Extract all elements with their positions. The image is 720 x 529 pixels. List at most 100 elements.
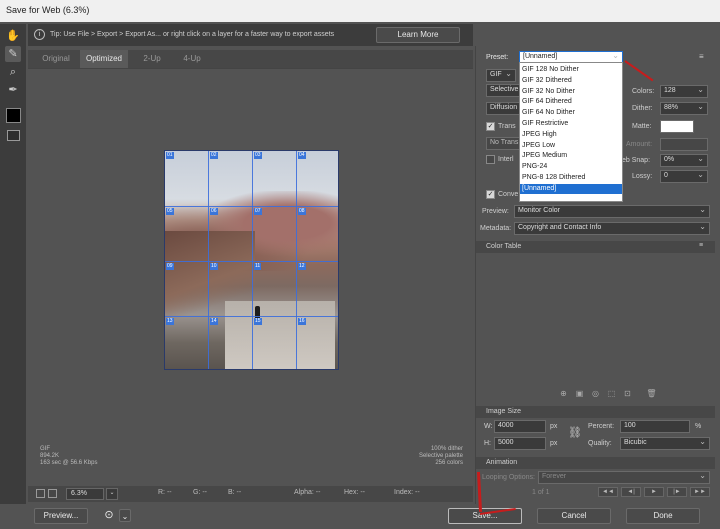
slice-label: 14: [210, 318, 218, 325]
eyedropper-color-swatch[interactable]: [6, 108, 21, 123]
first-frame-icon[interactable]: ◄◄: [598, 487, 618, 497]
tab-4up[interactable]: 4-Up: [168, 50, 216, 68]
image-size-title: Image Size: [486, 408, 522, 415]
info-dither: 100% dither: [430, 446, 463, 452]
preset-option[interactable]: JPEG Medium: [520, 151, 622, 161]
width-field[interactable]: 4000: [494, 420, 546, 433]
preset-option[interactable]: PNG-8 128 Dithered: [520, 173, 622, 183]
browser-dropdown-icon[interactable]: ⌄: [119, 509, 131, 522]
zoom-out-icon[interactable]: [36, 489, 45, 498]
toggle-slices-icon[interactable]: [7, 130, 20, 141]
web-snap-field[interactable]: 0%: [660, 154, 708, 167]
convert-srgb-label: Conve: [498, 191, 519, 198]
preview-canvas[interactable]: 01 02 03 04 05 06 07 08 09 10 11 12 13 1…: [28, 68, 473, 443]
height-unit: px: [550, 440, 558, 447]
done-button[interactable]: Done: [626, 508, 700, 524]
tab-original[interactable]: Original: [32, 50, 80, 68]
prev-frame-icon[interactable]: ◄|: [621, 487, 641, 497]
color-table-header: Color Table ≡: [476, 241, 715, 253]
preview-button[interactable]: Preview...: [34, 508, 88, 524]
looping-label: Looping Options:: [482, 474, 535, 481]
slice-select-tool-icon[interactable]: ✎: [5, 46, 21, 62]
zoom-tool-icon[interactable]: ⌕: [5, 64, 21, 80]
window-title: Save for Web (6.3%): [0, 0, 720, 22]
zoom-dropdown-icon[interactable]: ⌄: [106, 488, 118, 500]
amount-field[interactable]: [660, 138, 708, 151]
height-field[interactable]: 5000: [494, 437, 546, 450]
new-color-icon[interactable]: ⊡: [622, 389, 633, 399]
metadata-select[interactable]: Copyright and Contact Info: [514, 222, 710, 235]
web-shift-icon[interactable]: ◎: [590, 389, 601, 399]
dither-label: Dither:: [632, 105, 653, 112]
slice-line: [165, 206, 338, 207]
preset-option[interactable]: GIF Restrictive: [520, 119, 622, 129]
height-label: H:: [484, 440, 491, 447]
delete-color-icon[interactable]: 🗑: [646, 389, 657, 399]
color-table-menu-icon[interactable]: ≡: [699, 242, 703, 249]
hand-tool-icon[interactable]: ✋: [5, 28, 21, 44]
matte-color-swatch[interactable]: [660, 120, 694, 133]
format-select[interactable]: GIF: [486, 69, 516, 82]
quality-select[interactable]: Bicubic: [620, 437, 710, 450]
slice-label: 15: [254, 318, 262, 325]
preset-option[interactable]: GIF 64 Dithered: [520, 97, 622, 107]
browser-preview-icon[interactable]: ⊙: [99, 508, 119, 524]
last-frame-icon[interactable]: ►►: [690, 487, 710, 497]
link-proportions-icon[interactable]: ⛓: [568, 426, 582, 439]
view-tabs: Original Optimized 2-Up 4-Up: [28, 50, 473, 68]
next-frame-icon[interactable]: |►: [667, 487, 687, 497]
readout-r: R: --: [158, 489, 172, 496]
preview-select[interactable]: Monitor Color: [514, 205, 710, 218]
percent-field[interactable]: 100: [620, 420, 690, 433]
optimized-image-preview[interactable]: 01 02 03 04 05 06 07 08 09 10 11 12 13 1…: [164, 150, 339, 370]
info-palette: Selective palette: [418, 453, 463, 459]
tab-optimized[interactable]: Optimized: [80, 50, 128, 68]
preset-option[interactable]: [Unnamed]: [520, 183, 622, 195]
lossy-field[interactable]: 0: [660, 170, 708, 183]
looping-select[interactable]: Forever: [538, 471, 710, 484]
color-table-title: Color Table: [486, 243, 522, 250]
preset-dropdown-list: GIF 128 No Dither GIF 32 Dithered GIF 32 N…: [519, 62, 623, 202]
preset-option[interactable]: GIF 32 No Dither: [520, 87, 622, 97]
interlaced-checkbox[interactable]: [486, 155, 495, 164]
slice-label: 06: [210, 208, 218, 215]
frame-counter: 1 of 1: [532, 489, 550, 496]
quality-label: Quality:: [588, 440, 612, 447]
readout-index: Index: --: [394, 489, 420, 496]
eyedropper-add-icon[interactable]: ⬚: [606, 389, 617, 399]
info-colors: 256 colors: [435, 460, 463, 466]
lock-color-icon[interactable]: ▣: [574, 389, 585, 399]
slice-label: 09: [166, 263, 174, 270]
bottom-bar: Preview... ⊙ ⌄ Save... Cancel Done: [0, 504, 720, 529]
dither-amount-field[interactable]: 88%: [660, 102, 708, 115]
slice-line: [165, 261, 338, 262]
animation-header: Animation: [476, 457, 715, 469]
readout-g: G: --: [193, 489, 207, 496]
transparency-checkbox[interactable]: ✓: [486, 122, 495, 131]
preset-option[interactable]: JPEG Low: [520, 141, 622, 151]
convert-srgb-checkbox[interactable]: ✓: [486, 190, 495, 199]
zoom-in-icon[interactable]: [48, 489, 57, 498]
preset-option[interactable]: GIF 64 No Dither: [520, 108, 622, 118]
slice-label: 02: [210, 152, 218, 159]
metadata-label: Metadata:: [480, 225, 512, 232]
slice-line: [165, 316, 338, 317]
interlaced-label: Interl: [498, 156, 514, 163]
zoom-level-field[interactable]: 6.3%: [66, 488, 104, 500]
percent-unit: %: [695, 423, 702, 430]
slice-label: 10: [210, 263, 218, 270]
panel-menu-icon[interactable]: ≡: [699, 52, 704, 61]
map-color-icon[interactable]: ⊕: [558, 389, 569, 399]
preset-option[interactable]: GIF 32 Dithered: [520, 76, 622, 86]
preset-option[interactable]: PNG-24: [520, 162, 622, 172]
preset-option[interactable]: GIF 128 No Dither: [520, 65, 622, 75]
slice-label: 01: [166, 152, 174, 159]
learn-more-button[interactable]: Learn More: [376, 27, 460, 43]
play-icon[interactable]: ►: [644, 487, 664, 497]
cancel-button[interactable]: Cancel: [537, 508, 611, 524]
preset-option[interactable]: JPEG High: [520, 130, 622, 140]
colors-select[interactable]: 128: [660, 85, 708, 98]
eyedropper-tool-icon[interactable]: ✒: [5, 82, 21, 98]
readout-hex: Hex: --: [344, 489, 365, 496]
slice-label: 04: [298, 152, 306, 159]
